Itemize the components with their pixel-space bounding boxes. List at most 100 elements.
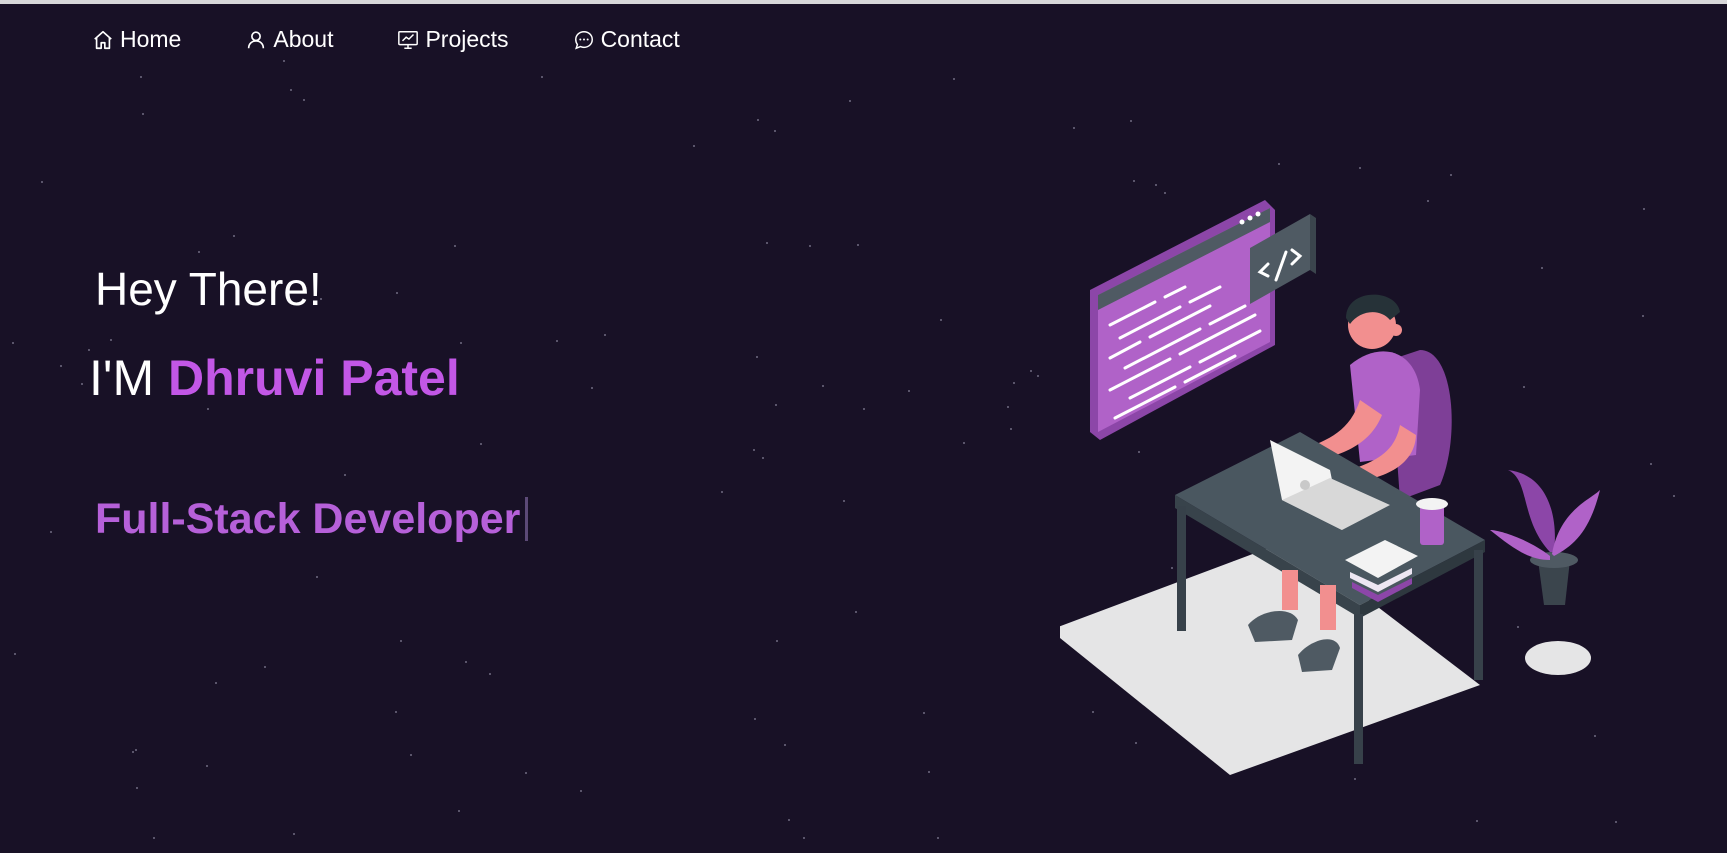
hero-greeting: Hey There!	[95, 263, 322, 315]
hero-name: Dhruvi Patel	[167, 350, 460, 406]
star	[809, 245, 811, 247]
star	[206, 765, 208, 767]
star	[857, 244, 859, 246]
star	[400, 640, 402, 642]
star	[233, 235, 235, 237]
star	[1030, 370, 1032, 372]
star	[953, 78, 955, 80]
star	[396, 292, 398, 294]
star	[153, 837, 155, 839]
star	[303, 99, 305, 101]
star	[207, 408, 209, 410]
star	[293, 833, 295, 835]
star	[215, 682, 217, 684]
star	[1133, 180, 1135, 182]
home-icon	[94, 30, 112, 49]
star	[395, 711, 397, 713]
star	[136, 787, 138, 789]
star	[489, 673, 491, 675]
star	[822, 385, 824, 387]
nav-item-projects[interactable]: Projects	[397, 26, 509, 53]
star	[12, 342, 14, 344]
star	[1037, 375, 1039, 377]
star	[753, 449, 755, 451]
star	[1278, 163, 1280, 165]
star	[344, 474, 346, 476]
star	[41, 181, 43, 183]
star	[410, 754, 412, 756]
developer-at-desk-illustration	[1060, 200, 1600, 775]
nav-item-home[interactable]: Home	[92, 26, 181, 53]
star	[50, 531, 52, 533]
star	[788, 819, 790, 821]
star	[1476, 820, 1478, 822]
role-text: Full-Stack Developer	[95, 495, 521, 543]
star	[591, 387, 593, 389]
star	[1164, 192, 1166, 194]
nav-item-contact[interactable]: Contact	[573, 26, 680, 53]
star	[940, 319, 942, 321]
star	[923, 712, 925, 714]
nav-label-contact: Contact	[600, 26, 680, 52]
star	[774, 130, 776, 132]
star	[1130, 120, 1132, 122]
star	[1155, 184, 1157, 186]
star	[843, 500, 845, 502]
star	[908, 390, 910, 392]
navbar: Home About Projects Contact	[92, 26, 744, 53]
star	[721, 491, 723, 493]
typewriter-role: Full-Stack Developer	[95, 492, 529, 546]
star	[803, 837, 805, 839]
typing-cursor	[525, 497, 529, 541]
star	[60, 365, 62, 367]
star	[693, 145, 695, 147]
star	[1643, 208, 1645, 210]
star	[937, 837, 939, 839]
hero-intro: I'M Dhruvi Patel	[89, 348, 460, 408]
nav-label-home: Home	[120, 26, 182, 52]
star	[1450, 174, 1452, 176]
nav-label-projects: Projects	[425, 26, 509, 52]
star	[556, 340, 558, 342]
star	[756, 356, 758, 358]
star	[290, 89, 292, 91]
star	[135, 749, 137, 751]
star	[775, 404, 777, 406]
star	[458, 810, 460, 812]
star	[140, 76, 142, 78]
nav-label-about: About	[273, 26, 334, 52]
star	[198, 251, 200, 253]
star	[264, 666, 266, 668]
star	[132, 751, 134, 753]
chat-icon	[574, 30, 593, 49]
star	[762, 457, 764, 459]
star	[1073, 127, 1075, 129]
star	[142, 113, 144, 115]
star	[541, 76, 543, 78]
star	[1359, 167, 1361, 169]
star	[776, 640, 778, 642]
star	[1013, 382, 1015, 384]
star	[1010, 428, 1012, 430]
star	[81, 383, 83, 385]
star	[928, 771, 930, 773]
star	[283, 60, 285, 62]
nav-item-about[interactable]: About	[245, 26, 333, 53]
star	[1650, 463, 1652, 465]
star	[110, 339, 112, 341]
star	[1642, 315, 1644, 317]
star	[14, 653, 16, 655]
star	[316, 576, 318, 578]
star	[480, 443, 482, 445]
star	[766, 242, 768, 244]
star	[754, 718, 756, 720]
star	[465, 661, 467, 663]
star	[757, 119, 759, 121]
star	[1615, 821, 1617, 823]
star	[863, 408, 865, 410]
star	[525, 772, 527, 774]
star	[855, 611, 857, 613]
star	[849, 100, 851, 102]
user-icon	[248, 30, 265, 48]
star	[1007, 406, 1009, 408]
